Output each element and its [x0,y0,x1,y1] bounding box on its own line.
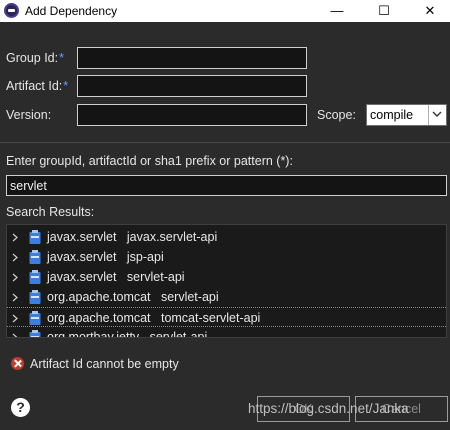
result-group: org.mortbay.jetty [47,330,140,338]
tree-row[interactable]: javax.servlet servlet-api [7,267,446,287]
result-artifact: javax.servlet-api [126,230,218,244]
jar-icon [29,250,41,264]
result-text: org.apache.tomcat tomcat-servlet-api [47,311,260,325]
jar-icon [29,311,41,325]
group-id-label: Group Id:* [6,51,64,65]
separator [0,142,450,143]
version-field[interactable] [77,104,307,126]
expand-arrow-icon[interactable] [12,314,18,323]
expand-arrow-icon[interactable] [12,293,18,302]
result-group: javax.servlet [47,270,117,284]
expand-arrow-icon[interactable] [12,253,18,262]
result-text: javax.servlet javax.servlet-api [47,230,217,244]
result-group: javax.servlet [47,250,117,264]
expand-arrow-icon[interactable] [12,233,18,242]
error-message: Artifact Id cannot be empty [30,357,179,371]
search-results-tree[interactable]: javax.servlet javax.servlet-api javax.se… [6,224,447,338]
required-marker: * [63,79,69,93]
result-artifact: servlet-api [160,290,219,304]
close-button[interactable]: ✕ [407,0,450,22]
result-artifact: servlet-api [149,330,208,338]
error-icon [11,357,24,370]
tree-row[interactable]: org.apache.tomcat servlet-api [7,287,446,307]
result-group: org.apache.tomcat [47,290,151,304]
result-artifact: jsp-api [126,250,164,264]
result-text: org.apache.tomcat servlet-api [47,290,219,304]
result-artifact: tomcat-servlet-api [160,311,261,325]
tree-row[interactable]: org.mortbay.jetty servlet-api [7,327,446,338]
expand-arrow-icon[interactable] [12,333,18,338]
artifact-id-label: Artifact Id:* [6,79,68,93]
group-id-label-text: Group Id: [6,51,59,65]
eclipse-icon [4,3,19,18]
scope-value: compile [370,108,414,122]
jar-icon [29,230,41,244]
jar-icon [29,330,41,337]
artifact-id-label-text: Artifact Id: [6,79,63,93]
tree-row[interactable]: org.apache.tomcat tomcat-servlet-api [7,307,446,327]
result-text: javax.servlet jsp-api [47,250,164,264]
jar-icon [29,270,41,284]
result-group: org.apache.tomcat [47,311,151,325]
artifact-id-field[interactable] [77,75,307,97]
group-id-field[interactable] [77,47,307,69]
watermark-text: https://blog.csdn.net/Janka [248,401,409,416]
result-text: org.mortbay.jetty servlet-api [47,330,208,338]
search-prompt-label: Enter groupId, artifactId or sha1 prefix… [6,154,293,168]
scope-select[interactable]: compile [366,104,447,126]
result-group: javax.servlet [47,230,117,244]
jar-icon [29,290,41,304]
help-icon[interactable]: ? [11,398,30,417]
minimize-button[interactable]: — [314,0,360,22]
search-results-label: Search Results: [6,205,95,219]
maximize-button[interactable]: ☐ [361,0,407,22]
required-marker: * [59,51,64,65]
tree-row[interactable]: javax.servlet javax.servlet-api [7,227,446,247]
window-title: Add Dependency [25,4,118,18]
search-input[interactable] [6,175,447,196]
chevron-down-icon[interactable] [428,105,446,125]
expand-arrow-icon[interactable] [12,273,18,282]
tree-row[interactable]: javax.servlet jsp-api [7,247,446,267]
scope-label: Scope: [317,108,356,122]
result-text: javax.servlet servlet-api [47,270,185,284]
version-label: Version: [6,108,52,122]
title-bar: Add Dependency — ☐ ✕ [0,0,450,22]
result-artifact: servlet-api [126,270,185,284]
